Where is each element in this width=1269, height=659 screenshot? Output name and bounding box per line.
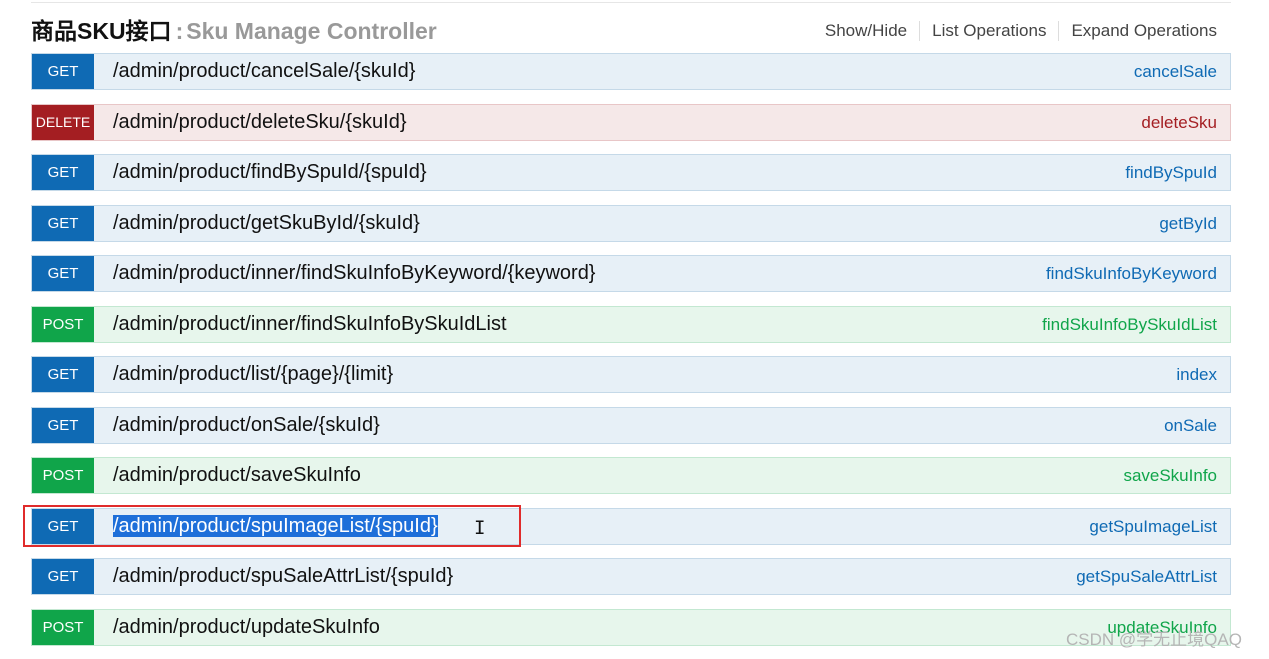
endpoint-row[interactable]: DELETE/admin/product/deleteSku/{skuId} de… bbox=[31, 103, 1231, 141]
section-title[interactable]: 商品SKU接口: Sku Manage Controller bbox=[31, 12, 437, 46]
endpoint-nickname-link[interactable]: getSpuSaleAttrList bbox=[1076, 559, 1217, 594]
http-method-badge[interactable]: GET bbox=[32, 256, 94, 291]
endpoint-path-text: /admin/product/saveSkuInfo bbox=[113, 464, 361, 486]
http-method-badge[interactable]: POST bbox=[32, 306, 94, 342]
endpoint-nickname-link[interactable]: findSkuInfoBySkuIdList bbox=[1042, 307, 1217, 342]
endpoint-path[interactable]: /admin/product/updateSkuInfo bbox=[113, 610, 380, 645]
endpoint-nickname-link[interactable]: index bbox=[1176, 357, 1217, 392]
http-method-badge[interactable]: POST bbox=[32, 609, 94, 645]
section-title-separator: : bbox=[175, 18, 184, 44]
show-hide-link[interactable]: Show/Hide bbox=[813, 21, 921, 41]
operations-menu: Show/Hide List Operations Expand Operati… bbox=[813, 21, 1217, 41]
endpoint-path[interactable]: /admin/product/inner/findSkuInfoBySkuIdL… bbox=[113, 307, 507, 342]
endpoint-row[interactable]: GET/admin/product/getSkuById/{skuId} getB… bbox=[31, 204, 1231, 242]
endpoint-path[interactable]: /admin/product/onSale/{skuId} bbox=[113, 408, 380, 443]
endpoint-nickname-link[interactable]: findSkuInfoByKeyword bbox=[1046, 256, 1217, 291]
endpoint-path[interactable]: /admin/product/deleteSku/{skuId} bbox=[113, 105, 407, 140]
endpoint-path-text: /admin/product/onSale/{skuId} bbox=[113, 413, 380, 436]
endpoint-path-text: /admin/product/list/{page}/{limit} bbox=[113, 363, 394, 385]
endpoint-list: GET/admin/product/cancelSale/{skuId} canc… bbox=[31, 53, 1231, 659]
http-method-badge[interactable]: DELETE bbox=[32, 104, 94, 140]
section-title-cn: 商品SKU接口 bbox=[31, 18, 172, 44]
http-method-badge[interactable]: GET bbox=[32, 407, 94, 443]
endpoint-row[interactable]: GET/admin/product/cancelSale/{skuId} canc… bbox=[31, 53, 1231, 90]
http-method-badge[interactable]: GET bbox=[32, 205, 94, 241]
endpoint-row[interactable]: GET/admin/product/spuSaleAttrList/{spuId… bbox=[31, 558, 1231, 595]
endpoint-path[interactable]: /admin/product/saveSkuInfo bbox=[113, 458, 361, 493]
expand-operations-link[interactable]: Expand Operations bbox=[1059, 21, 1217, 41]
endpoint-nickname-link[interactable]: getById bbox=[1159, 206, 1217, 241]
watermark: CSDN @学无止境QAQ bbox=[1066, 630, 1242, 649]
endpoint-path-text: /admin/product/inner/findSkuInfoByKeywor… bbox=[113, 262, 596, 284]
endpoint-nickname-link[interactable]: getSpuImageList bbox=[1089, 509, 1217, 544]
endpoint-path-text: /admin/product/inner/findSkuInfoBySkuIdL… bbox=[113, 312, 507, 335]
text-cursor-icon: I bbox=[474, 517, 486, 539]
endpoint-path[interactable]: /admin/product/spuSaleAttrList/{spuId} bbox=[113, 559, 453, 594]
endpoint-row[interactable]: POST/admin/product/saveSkuInfo saveSkuInf… bbox=[31, 457, 1231, 494]
endpoint-path[interactable]: /admin/product/list/{page}/{limit} bbox=[113, 357, 393, 392]
endpoint-row[interactable]: POST/admin/product/inner/findSkuInfoBySk… bbox=[31, 305, 1231, 343]
endpoint-nickname-link[interactable]: findBySpuId bbox=[1125, 155, 1217, 190]
endpoint-path[interactable]: /admin/product/findBySpuId/{spuId} bbox=[113, 155, 427, 190]
endpoint-nickname-link[interactable]: deleteSku bbox=[1141, 105, 1217, 140]
section-title-en: Sku Manage Controller bbox=[186, 18, 437, 44]
http-method-badge[interactable]: GET bbox=[32, 559, 94, 594]
endpoint-path[interactable]: /admin/product/getSkuById/{skuId} bbox=[113, 206, 420, 241]
list-operations-link[interactable]: List Operations bbox=[920, 21, 1060, 41]
endpoint-path[interactable]: /admin/product/inner/findSkuInfoByKeywor… bbox=[113, 256, 596, 291]
endpoint-path-text: /admin/product/getSkuById/{skuId} bbox=[113, 211, 420, 234]
top-divider bbox=[31, 2, 1231, 3]
endpoint-row[interactable]: GET/admin/product/list/{page}/{limit} ind… bbox=[31, 356, 1231, 393]
endpoint-path[interactable]: /admin/product/cancelSale/{skuId} bbox=[113, 54, 415, 89]
endpoint-path-text: /admin/product/updateSkuInfo bbox=[113, 615, 380, 638]
endpoint-path-text: /admin/product/deleteSku/{skuId} bbox=[113, 110, 407, 133]
endpoint-row[interactable]: GET/admin/product/findBySpuId/{spuId} fin… bbox=[31, 154, 1231, 191]
section-header: 商品SKU接口: Sku Manage Controller Show/Hide … bbox=[31, 12, 1231, 48]
http-method-badge[interactable]: GET bbox=[32, 54, 94, 89]
endpoint-nickname-link[interactable]: cancelSale bbox=[1134, 54, 1217, 89]
http-method-badge[interactable]: GET bbox=[32, 155, 94, 190]
endpoint-row[interactable]: POST/admin/product/updateSkuInfo updateSk… bbox=[31, 608, 1231, 646]
http-method-badge[interactable]: GET bbox=[32, 357, 94, 392]
endpoint-row[interactable]: GET/admin/product/onSale/{skuId} onSale bbox=[31, 406, 1231, 444]
endpoint-path-text: /admin/product/cancelSale/{skuId} bbox=[113, 60, 416, 82]
endpoint-path-text: /admin/product/spuSaleAttrList/{spuId} bbox=[113, 565, 454, 587]
endpoint-row[interactable]: GET/admin/product/inner/findSkuInfoByKey… bbox=[31, 255, 1231, 292]
http-method-badge[interactable]: POST bbox=[32, 458, 94, 493]
endpoint-nickname-link[interactable]: onSale bbox=[1164, 408, 1217, 443]
red-highlight-box bbox=[23, 505, 521, 547]
endpoint-nickname-link[interactable]: saveSkuInfo bbox=[1123, 458, 1217, 493]
endpoint-path-text: /admin/product/findBySpuId/{spuId} bbox=[113, 161, 427, 183]
